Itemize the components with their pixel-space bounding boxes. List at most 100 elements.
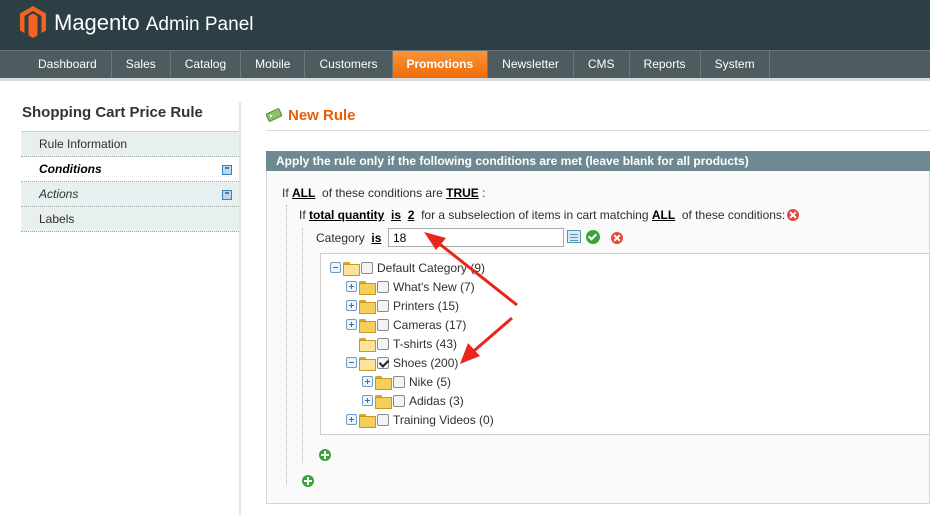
tree-guide-line [286, 205, 287, 485]
folder-icon [359, 318, 376, 333]
sub-middle: for a subselection of items in cart matc… [421, 208, 649, 222]
folder-icon [359, 280, 376, 295]
tree-node-t-shirts: T-shirts (43) [346, 334, 457, 353]
tree-node-label[interactable]: Cameras (17) [393, 318, 466, 332]
nav-newsletter[interactable]: Newsletter [488, 51, 574, 78]
tab-actions[interactable]: Actions [21, 182, 241, 207]
sub-value-link[interactable]: 2 [408, 208, 415, 222]
expand-icon[interactable] [362, 376, 373, 387]
collapse-icon[interactable] [346, 357, 357, 368]
tree-checkbox[interactable] [377, 318, 389, 331]
root-value-link[interactable]: TRUE [446, 186, 479, 200]
sub-aggregator-link[interactable]: ALL [652, 208, 675, 222]
nav-mobile[interactable]: Mobile [241, 51, 306, 78]
nav-cms[interactable]: CMS [574, 51, 630, 78]
brand-title: Magento Admin Panel [54, 10, 253, 36]
folder-icon [359, 413, 376, 428]
sidebar-title: Shopping Cart Price Rule [22, 104, 203, 121]
page-title: New Rule [288, 107, 356, 124]
category-value-input[interactable] [388, 228, 564, 247]
nav-dashboard[interactable]: Dashboard [24, 51, 112, 78]
changed-icon [222, 165, 232, 175]
tab-label: Conditions [39, 162, 102, 176]
main-nav: Dashboard Sales Catalog Mobile Customers… [0, 50, 930, 78]
magento-logo-icon[interactable] [20, 6, 46, 38]
tree-node-label[interactable]: Nike (5) [409, 375, 451, 389]
price-rule-icon [266, 108, 282, 122]
sidebar-tabs: Rule Information Conditions Actions Labe… [21, 131, 241, 232]
category-label: Category [316, 231, 365, 245]
tree-node-label[interactable]: Shoes (200) [393, 356, 458, 370]
tree-node-label[interactable]: Default Category (9) [377, 261, 485, 275]
expand-icon[interactable] [346, 414, 357, 425]
brand-name: Magento [54, 10, 140, 35]
tree-checkbox[interactable] [377, 299, 389, 312]
remove-subselect-icon[interactable] [787, 209, 799, 221]
tree-guide-line [302, 228, 303, 463]
expand-icon[interactable] [346, 281, 357, 292]
tree-checkbox[interactable] [377, 280, 389, 293]
open-chooser-icon[interactable] [567, 230, 581, 243]
sidebar-divider [239, 102, 241, 515]
tree-node-shoes: Shoes (200) [346, 353, 458, 372]
tab-rule-information[interactable]: Rule Information [21, 132, 241, 157]
tree-node-label[interactable]: Training Videos (0) [393, 413, 494, 427]
folder-icon [375, 394, 392, 409]
tab-label: Labels [39, 212, 75, 226]
collapse-icon[interactable] [330, 262, 341, 273]
remove-category-icon[interactable] [611, 232, 623, 244]
tree-node-cameras: Cameras (17) [346, 315, 466, 334]
expand-icon[interactable] [346, 300, 357, 311]
changed-icon [222, 190, 232, 200]
folder-icon [375, 375, 392, 390]
tree-node-label[interactable]: Printers (15) [393, 299, 459, 313]
tree-node-adidas: Adidas (3) [362, 391, 464, 410]
tree-checkbox[interactable] [393, 375, 405, 388]
nav-reports[interactable]: Reports [630, 51, 701, 78]
sub-suffix: of these conditions: [681, 208, 786, 222]
tree-checkbox[interactable] [361, 261, 373, 274]
tab-conditions[interactable]: Conditions [21, 157, 241, 182]
folder-open-icon [343, 261, 360, 276]
nav-customers[interactable]: Customers [305, 51, 393, 78]
root-prefix: If [282, 186, 289, 200]
expand-icon[interactable] [362, 395, 373, 406]
root-aggregator-link[interactable]: ALL [292, 186, 315, 200]
nav-sales[interactable]: Sales [112, 51, 171, 78]
tree-node-training-videos: Training Videos (0) [346, 410, 494, 429]
sub-prefix: If [299, 208, 306, 222]
tree-checkbox[interactable] [377, 413, 389, 426]
sub-attribute-link[interactable]: total quantity [309, 208, 384, 222]
folder-open-icon [359, 337, 376, 352]
root-middle: of these conditions are [322, 186, 443, 200]
title-divider [266, 130, 930, 131]
tree-node-default-category: Default Category (9) [330, 258, 485, 277]
nav-catalog[interactable]: Catalog [171, 51, 242, 78]
admin-header: Magento Admin Panel [0, 0, 930, 50]
tree-node-label[interactable]: T-shirts (43) [393, 337, 457, 351]
add-sub-condition-icon[interactable] [319, 449, 331, 461]
tree-checkbox[interactable] [377, 337, 389, 350]
tree-checkbox-checked[interactable] [377, 356, 389, 369]
tab-label: Rule Information [39, 137, 128, 151]
brand-suffix: Admin Panel [145, 14, 254, 35]
root-condition: If ALL of these conditions are TRUE : [282, 186, 485, 200]
tab-labels[interactable]: Labels [21, 207, 241, 232]
folder-icon [359, 299, 376, 314]
apply-icon[interactable] [586, 230, 600, 244]
root-suffix: : [482, 186, 486, 200]
expand-icon[interactable] [346, 319, 357, 330]
category-operator-link[interactable]: is [371, 231, 381, 245]
category-condition: Category is [316, 231, 381, 245]
add-condition-icon[interactable] [302, 475, 314, 487]
tree-node-label[interactable]: Adidas (3) [409, 394, 464, 408]
nav-promotions[interactable]: Promotions [392, 51, 489, 78]
folder-open-icon [359, 356, 376, 371]
nav-divider [0, 78, 930, 81]
tree-node-label[interactable]: What's New (7) [393, 280, 475, 294]
tree-node-nike: Nike (5) [362, 372, 451, 391]
nav-system[interactable]: System [701, 51, 770, 78]
tree-checkbox[interactable] [393, 394, 405, 407]
sub-operator-link[interactable]: is [391, 208, 401, 222]
